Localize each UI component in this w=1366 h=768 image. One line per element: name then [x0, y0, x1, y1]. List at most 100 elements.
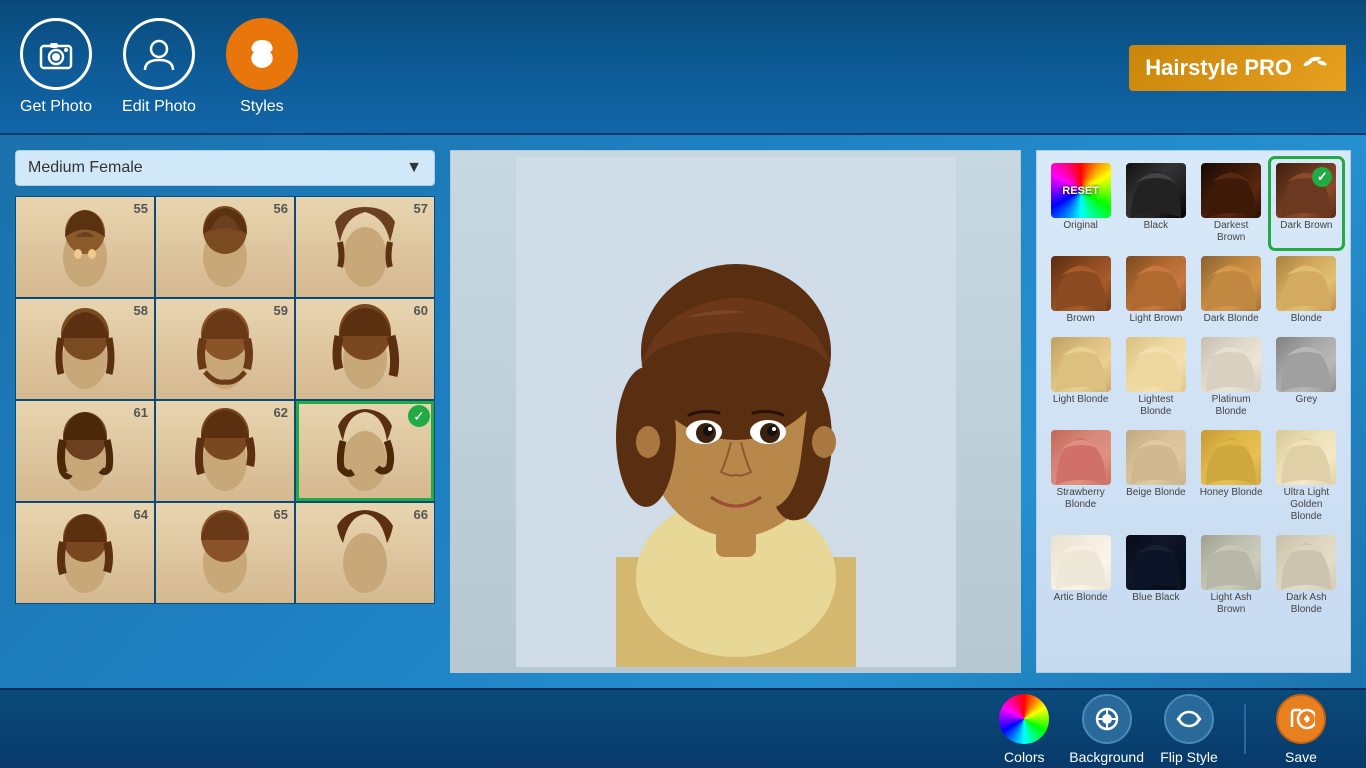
style-grid: 55 56 — [15, 196, 435, 604]
color-option-black[interactable]: Black — [1120, 159, 1191, 248]
style-item-57[interactable]: 57 — [296, 197, 434, 297]
color-label-beige-blonde: Beige Blonde — [1126, 487, 1186, 499]
color-label-grey: Grey — [1296, 394, 1318, 406]
color-option-artic-blonde[interactable]: Artic Blonde — [1045, 531, 1116, 620]
style-item-59[interactable]: 59 — [156, 299, 294, 399]
background-button-label: Background — [1069, 749, 1144, 765]
color-option-honey-blonde[interactable]: Honey Blonde — [1196, 426, 1267, 527]
style-number: 65 — [274, 507, 288, 522]
color-option-strawberry-blonde[interactable]: Strawberry Blonde — [1045, 426, 1116, 527]
style-number: 61 — [134, 405, 148, 420]
flip-icon — [1164, 694, 1214, 744]
style-item-66[interactable]: 66 — [296, 503, 434, 603]
style-number: 59 — [274, 303, 288, 318]
left-panel: Medium Female ▼ — [15, 150, 435, 673]
style-item-65[interactable]: 65 — [156, 503, 294, 603]
color-label-light-brown: Light Brown — [1129, 313, 1182, 325]
blue-black-swatch — [1126, 535, 1186, 590]
style-category-dropdown[interactable]: Medium Female ▼ — [15, 150, 435, 186]
style-grid-container[interactable]: 55 56 — [15, 196, 435, 604]
color-label-ultra-light-golden-blonde: Ultra Light Golden Blonde — [1275, 487, 1338, 523]
styles-icon — [226, 18, 298, 90]
background-button[interactable]: Background — [1069, 694, 1144, 765]
style-number: 62 — [274, 405, 288, 420]
color-label-brown: Brown — [1066, 313, 1094, 325]
flip-style-button[interactable]: Flip Style — [1154, 694, 1224, 765]
color-option-lightest-blonde[interactable]: Lightest Blonde — [1120, 333, 1191, 422]
color-panel: RESET Original Black Darkest Brown — [1036, 150, 1351, 673]
color-option-beige-blonde[interactable]: Beige Blonde — [1120, 426, 1191, 527]
brown-swatch — [1051, 256, 1111, 311]
color-label-light-blonde: Light Blonde — [1053, 394, 1109, 406]
light-ash-swatch — [1201, 535, 1261, 590]
preview-photo — [451, 151, 1020, 672]
selected-check: ✓ — [408, 405, 430, 427]
dark-blonde-swatch — [1201, 256, 1261, 311]
colors-button[interactable]: Colors — [989, 694, 1059, 765]
black-swatch — [1126, 163, 1186, 218]
color-option-light-brown[interactable]: Light Brown — [1120, 252, 1191, 329]
artic-blonde-swatch — [1051, 535, 1111, 590]
color-label-strawberry-blonde: Strawberry Blonde — [1049, 487, 1112, 511]
color-label-blue-black: Blue Black — [1132, 592, 1179, 604]
color-option-grey[interactable]: Grey — [1271, 333, 1342, 422]
header-nav: Get Photo Edit Photo Styles — [20, 18, 298, 116]
style-item-56[interactable]: 56 — [156, 197, 294, 297]
light-brown-swatch — [1126, 256, 1186, 311]
beige-blonde-swatch — [1126, 430, 1186, 485]
style-number: 66 — [414, 507, 428, 522]
color-label-dark-blonde: Dark Blonde — [1204, 313, 1259, 325]
color-label-honey-blonde: Honey Blonde — [1200, 487, 1263, 499]
flip-style-button-label: Flip Style — [1160, 749, 1218, 765]
dark-brown-swatch: ✓ — [1276, 163, 1336, 218]
nav-get-photo[interactable]: Get Photo — [20, 18, 92, 116]
color-option-ultra-light-golden-blonde[interactable]: Ultra Light Golden Blonde — [1271, 426, 1342, 527]
save-icon — [1276, 694, 1326, 744]
app-logo: Hairstyle PRO — [1129, 0, 1366, 135]
style-number: 64 — [134, 507, 148, 522]
main-content: Medium Female ▼ — [0, 135, 1366, 688]
color-label-dark-brown: Dark Brown — [1280, 220, 1332, 232]
color-option-blonde[interactable]: Blonde — [1271, 252, 1342, 329]
color-label-artic-blonde: Artic Blonde — [1054, 592, 1108, 604]
grey-swatch — [1276, 337, 1336, 392]
nav-get-photo-label: Get Photo — [20, 98, 92, 116]
color-option-dark-brown[interactable]: ✓ Dark Brown — [1271, 159, 1342, 248]
color-label-light-ash-brown: Light Ash Brown — [1200, 592, 1263, 616]
style-item-63[interactable]: ✓ — [296, 401, 434, 501]
style-item-64[interactable]: 64 — [16, 503, 154, 603]
color-option-original[interactable]: RESET Original — [1045, 159, 1116, 248]
color-option-brown[interactable]: Brown — [1045, 252, 1116, 329]
style-item-60[interactable]: 60 — [296, 299, 434, 399]
toolbar-divider — [1244, 704, 1246, 754]
style-item-55[interactable]: 55 — [16, 197, 154, 297]
bottom-toolbar: Colors Background Flip Style — [0, 688, 1366, 768]
dark-ash-swatch — [1276, 535, 1336, 590]
style-item-62[interactable]: 62 — [156, 401, 294, 501]
style-item-61[interactable]: 61 — [16, 401, 154, 501]
honey-blonde-swatch — [1201, 430, 1261, 485]
color-label-platinum-blonde: Platinum Blonde — [1200, 394, 1263, 418]
save-button[interactable]: Save — [1266, 694, 1336, 765]
blonde-swatch — [1276, 256, 1336, 311]
style-number: 56 — [274, 201, 288, 216]
color-option-blue-black[interactable]: Blue Black — [1120, 531, 1191, 620]
color-option-dark-blonde[interactable]: Dark Blonde — [1196, 252, 1267, 329]
save-button-label: Save — [1285, 749, 1317, 765]
nav-edit-photo[interactable]: Edit Photo — [122, 18, 196, 116]
style-number: 57 — [414, 201, 428, 216]
color-option-darkest-brown[interactable]: Darkest Brown — [1196, 159, 1267, 248]
header: Get Photo Edit Photo Styles Hairstyle — [0, 0, 1366, 135]
nav-styles[interactable]: Styles — [226, 18, 298, 116]
color-option-dark-ash-blonde[interactable]: Dark Ash Blonde — [1271, 531, 1342, 620]
color-option-platinum-blonde[interactable]: Platinum Blonde — [1196, 333, 1267, 422]
colors-palette-icon — [999, 694, 1049, 744]
style-number: 55 — [134, 201, 148, 216]
color-option-light-blonde[interactable]: Light Blonde — [1045, 333, 1116, 422]
darkest-brown-swatch — [1201, 163, 1261, 218]
color-label-original: Original — [1063, 220, 1097, 232]
style-item-58[interactable]: 58 — [16, 299, 154, 399]
color-option-light-ash-brown[interactable]: Light Ash Brown — [1196, 531, 1267, 620]
color-grid: RESET Original Black Darkest Brown — [1045, 159, 1342, 620]
ultra-light-swatch — [1276, 430, 1336, 485]
